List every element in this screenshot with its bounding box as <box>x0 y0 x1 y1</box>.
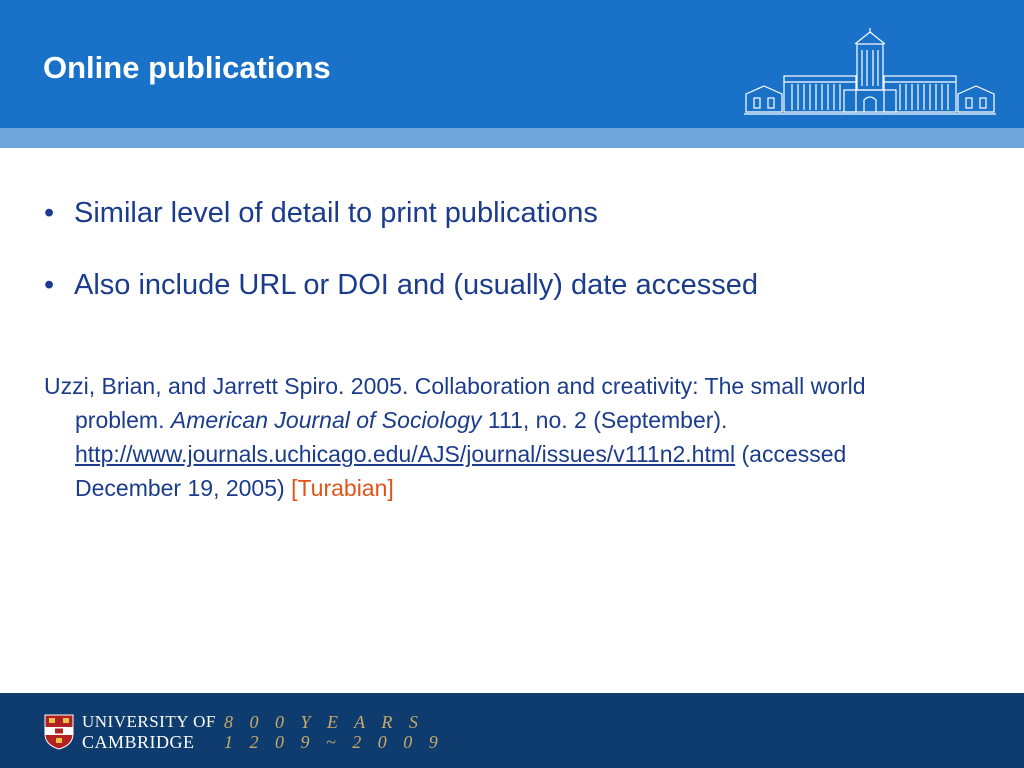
bullet-item: • Also include URL or DOI and (usually) … <box>44 264 984 306</box>
citation-journal: American Journal of Sociology <box>170 407 482 433</box>
bullet-dot: • <box>44 269 55 301</box>
bullet-list: • Similar level of detail to print publi… <box>44 192 984 336</box>
university-name-line2: CAMBRIDGE <box>82 732 195 752</box>
anniversary-years: 1 2 0 9 ~ 2 0 0 9 <box>224 732 444 752</box>
citation-issue: 111, no. 2 (September). <box>481 407 728 433</box>
citation-url-link[interactable]: http://www.journals.uchicago.edu/AJS/jou… <box>75 441 735 467</box>
cambridge-crest-icon <box>44 714 74 750</box>
anniversary-label: 8 0 0 Y E A R S <box>224 712 424 732</box>
bullet-text: Also include URL or DOI and (usually) da… <box>74 269 758 301</box>
bullet-item: • Similar level of detail to print publi… <box>44 192 984 234</box>
bullet-dot: • <box>44 197 55 229</box>
citation-style-tag: [Turabian] <box>291 475 394 501</box>
slide-title: Online publications <box>43 50 331 85</box>
university-building-icon <box>744 28 996 115</box>
university-name-line1: UNIVERSITY OF <box>82 712 216 731</box>
header-stripe <box>0 128 1024 148</box>
citation-example: Uzzi, Brian, and Jarrett Spiro. 2005. Co… <box>44 369 955 505</box>
bullet-text: Similar level of detail to print publica… <box>74 197 598 229</box>
